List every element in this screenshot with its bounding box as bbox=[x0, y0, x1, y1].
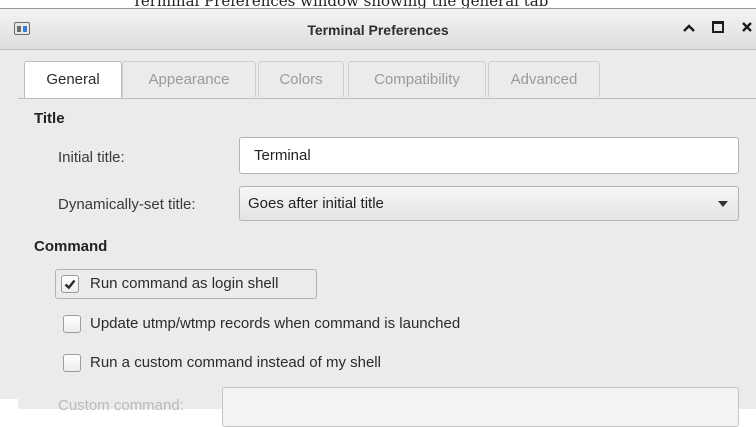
title-bar: Terminal Preferences bbox=[0, 9, 756, 50]
caption-text: Terminal Preferences window showing the … bbox=[132, 0, 548, 8]
custom-command-input[interactable] bbox=[222, 387, 739, 427]
close-button[interactable] bbox=[738, 20, 756, 38]
title-section-heading: Title bbox=[34, 110, 65, 127]
chevron-up-icon bbox=[683, 24, 695, 32]
login-shell-label: Run command as login shell bbox=[90, 275, 279, 292]
maximize-button[interactable] bbox=[709, 20, 727, 38]
chevron-down-icon bbox=[718, 201, 728, 207]
tab-colors[interactable]: Colors bbox=[258, 61, 344, 97]
caption-strip: Terminal Preferences window showing the … bbox=[0, 0, 756, 8]
initial-title-label: Initial title: bbox=[58, 149, 125, 166]
dynamic-title-select[interactable]: Goes after initial title bbox=[239, 186, 739, 221]
initial-title-input[interactable]: Terminal bbox=[239, 137, 739, 174]
tab-appearance[interactable]: Appearance bbox=[122, 61, 256, 97]
checkmark-icon bbox=[64, 279, 76, 290]
custom-command-field-label: Custom command: bbox=[58, 397, 184, 414]
tab-compatibility[interactable]: Compatibility bbox=[348, 61, 486, 97]
close-icon bbox=[742, 22, 752, 32]
update-utmp-label: Update utmp/wtmp records when command is… bbox=[90, 315, 461, 332]
login-shell-checkbox[interactable] bbox=[61, 275, 79, 293]
maximize-icon bbox=[712, 21, 724, 33]
preferences-window: Terminal Preferences General Appearance … bbox=[0, 8, 756, 427]
general-tab-panel: Title Initial title: Terminal Dynamicall… bbox=[18, 98, 756, 427]
update-utmp-checkbox-row[interactable]: Update utmp/wtmp records when command is… bbox=[60, 309, 580, 339]
dynamic-title-label: Dynamically-set title: bbox=[58, 196, 196, 213]
custom-command-checkbox-row[interactable]: Run a custom command instead of my shell bbox=[60, 348, 480, 378]
update-utmp-checkbox[interactable] bbox=[63, 315, 81, 333]
custom-command-checkbox[interactable] bbox=[63, 354, 81, 372]
login-shell-checkbox-row[interactable]: Run command as login shell bbox=[55, 269, 317, 299]
dynamic-title-selected-value: Goes after initial title bbox=[248, 195, 384, 212]
command-section-heading: Command bbox=[34, 238, 108, 255]
custom-command-label: Run a custom command instead of my shell bbox=[90, 354, 381, 371]
minimize-button[interactable] bbox=[680, 20, 698, 38]
window-title: Terminal Preferences bbox=[307, 22, 449, 38]
tab-advanced[interactable]: Advanced bbox=[488, 61, 600, 97]
tab-general[interactable]: General bbox=[24, 61, 122, 99]
